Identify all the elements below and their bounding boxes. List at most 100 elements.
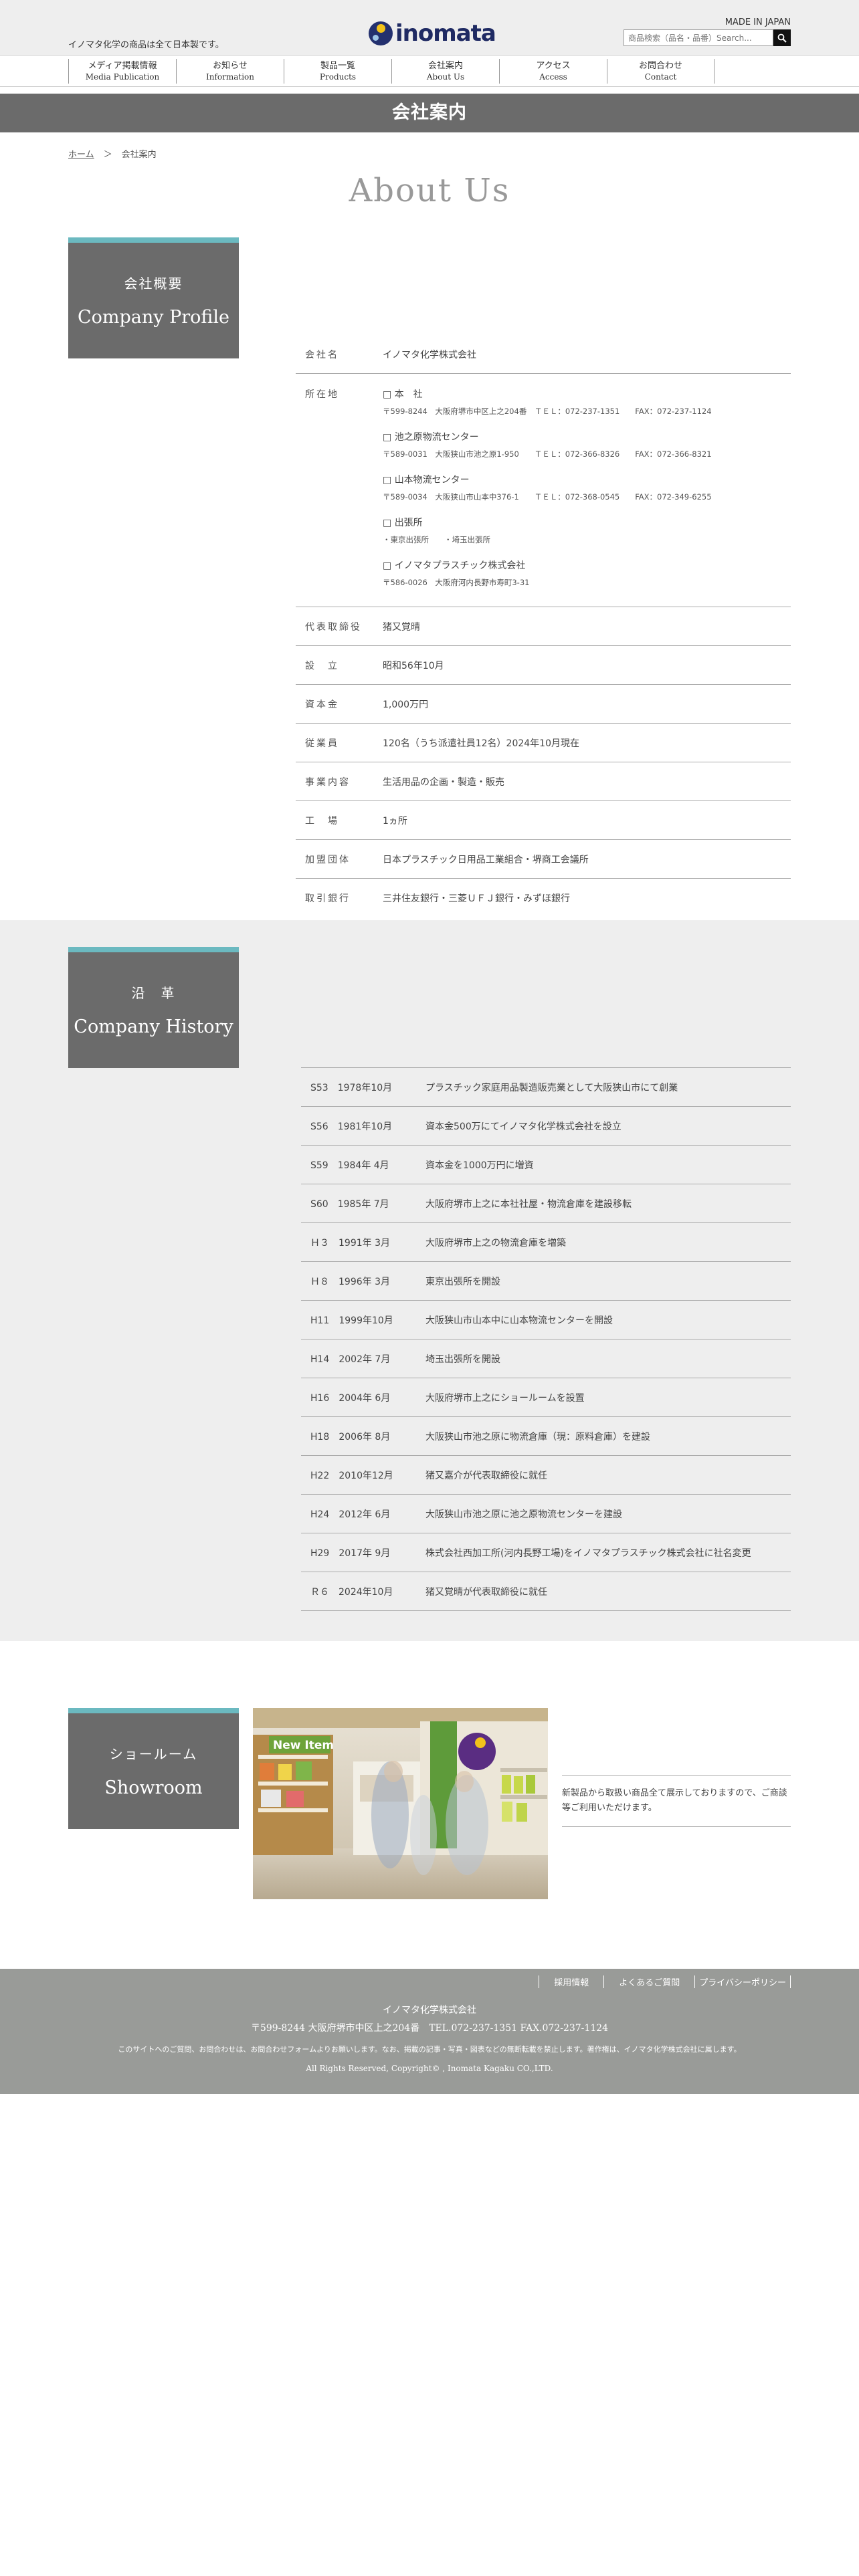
address-name: 出張所 <box>394 518 423 528</box>
address-detail: 〒589-0031 大阪狭山市池之原1-950 ＴＥＬ：072-366-8326… <box>383 449 712 459</box>
history-date: S56 1981年10月 <box>310 1121 393 1132</box>
showroom-description: 新製品から取扱い商品全て展示しておりますので、ご商談等ご利用いただけます。 <box>562 1775 791 1827</box>
breadcrumb-current: 会社案内 <box>121 150 157 160</box>
history-event: 大阪府堺市上之の物流倉庫を増築 <box>425 1237 566 1249</box>
history-row: H14 2002年 7月 埼玉出張所を開設 <box>301 1339 791 1378</box>
address-detail: 〒589-0034 大阪狭山市山本中376-1 ＴＥＬ：072-368-0545… <box>383 492 712 502</box>
page-title: About Us <box>349 172 510 209</box>
nav-item-label-en: Access <box>539 72 567 82</box>
search-icon <box>777 33 787 43</box>
profile-row-label: 従業員 <box>305 738 339 749</box>
history-row: Ｈ８ 1996年 3月 東京出張所を開設 <box>301 1262 791 1301</box>
profile-row: 代表取締役 猪又覚晴 <box>296 607 791 646</box>
profile-row-company: 会社名 イノマタ化学株式会社 <box>296 335 791 374</box>
history-date: H24 2012年 6月 <box>310 1509 391 1520</box>
address-block: □ イノマタプラスチック株式会社 〒586-0026 大阪府河内長野市寿町3-3… <box>383 558 791 588</box>
footer-company-name: イノマタ化学株式会社 <box>383 2005 476 2016</box>
nav-item-label-jp: お問合わせ <box>638 61 682 71</box>
history-date: Ｈ８ 1996年 3月 <box>310 1276 390 1287</box>
profile-row-value: 生活用品の企画・製造・販売 <box>383 776 504 788</box>
nav-item-about[interactable]: 会社案内 About Us <box>391 59 499 84</box>
made-in-japan-label: MADE IN JAPAN <box>725 17 791 27</box>
history-event: 資本金500万にてイノマタ化学株式会社を設立 <box>425 1121 622 1132</box>
profile-row: 資本金 1,000万円 <box>296 685 791 724</box>
profile-row-value: 日本プラスチック日用品工業組合・堺商工会議所 <box>383 854 589 865</box>
breadcrumb-home-link[interactable]: ホーム <box>68 150 94 160</box>
nav-item-label-en: About Us <box>426 72 465 82</box>
logo-text: inomata <box>395 20 496 47</box>
history-date: S53 1978年10月 <box>310 1082 393 1093</box>
history-event: 大阪府堺市上之に本社社屋・物流倉庫を建設移転 <box>425 1198 632 1210</box>
company-history-section: 沿 革 Company History S53 1978年10月 プラスチック家庭… <box>0 920 859 1641</box>
footer-link-faq[interactable]: よくあるご質問 <box>603 1975 694 1988</box>
nav-item-label-en: Media Publication <box>85 72 160 82</box>
header-tagline: イノマタ化学の商品は全て日本製です。 <box>68 40 224 50</box>
search-form <box>624 29 791 46</box>
nav-item-media[interactable]: メディア掲載情報 Media Publication <box>68 59 176 84</box>
nav-item-products[interactable]: 製品一覧 Products <box>284 59 391 84</box>
history-date: H29 2017年 9月 <box>310 1547 391 1559</box>
nav-item-label-jp: 会社案内 <box>427 61 463 71</box>
profile-row-address: 所在地 □ 本 社 〒599-8244 大阪府堺市中区上之204番 ＴＥＬ：07… <box>296 374 791 607</box>
logo-mark-icon <box>369 21 393 45</box>
profile-row-label: 事業内容 <box>305 776 351 788</box>
address-name: イノマタプラスチック株式会社 <box>394 560 526 571</box>
nav-item-access[interactable]: アクセス Access <box>499 59 607 84</box>
nav-item-label-jp: お知らせ <box>213 61 248 71</box>
breadcrumb: ホーム ＞ 会社案内 <box>68 147 859 160</box>
nav-item-label-en: Products <box>319 72 357 82</box>
page-banner: 会社案内 <box>0 94 859 132</box>
address-block: □ 山本物流センター 〒589-0034 大阪狭山市山本中376-1 ＴＥＬ：0… <box>383 473 791 502</box>
profile-row-value: 120名（うち派遣社員12名）2024年10月現在 <box>383 738 579 749</box>
history-date: H22 2010年12月 <box>310 1470 393 1481</box>
footer-link-privacy[interactable]: プライバシーポリシー <box>694 1975 791 1988</box>
profile-row: 従業員 120名（うち派遣社員12名）2024年10月現在 <box>296 724 791 762</box>
profile-row-value: 1,000万円 <box>383 699 429 710</box>
history-date: H14 2002年 7月 <box>310 1354 391 1365</box>
nav-item-contact[interactable]: お問合わせ Contact <box>607 59 714 84</box>
nav-item-label-jp: 製品一覧 <box>320 61 355 71</box>
nav-item-information[interactable]: お知らせ Information <box>176 59 284 84</box>
history-heading-jp: 沿 革 <box>131 985 176 1001</box>
footer-link-recruit[interactable]: 採用情報 <box>539 1975 603 1988</box>
history-event: 埼玉出張所を開設 <box>425 1354 500 1365</box>
address-block: □ 池之原物流センター 〒589-0031 大阪狭山市池之原1-950 ＴＥＬ：… <box>383 430 791 459</box>
profile-row-value: 三井住友銀行・三菱ＵＦＪ銀行・みずほ銀行 <box>383 893 570 904</box>
history-row: H24 2012年 6月 大阪狭山市池之原に池之原物流センターを建設 <box>301 1495 791 1533</box>
nav-item-label-en: Contact <box>644 72 677 82</box>
history-event: 株式会社西加工所(河内長野工場)をイノマタプラスチック株式会社に社名変更 <box>425 1547 751 1559</box>
history-date: S60 1985年 7月 <box>310 1198 389 1210</box>
profile-heading-en: Company Profile <box>77 307 230 328</box>
profile-heading-jp: 会社概要 <box>124 276 183 292</box>
nav-item-label-en: Information <box>205 72 255 82</box>
nav-item-label-jp: メディア掲載情報 <box>88 61 157 71</box>
showroom-sign-text: New Item <box>273 1739 334 1752</box>
search-button[interactable] <box>773 29 791 46</box>
profile-row-value: 猪又覚晴 <box>383 621 420 633</box>
history-event: 大阪狭山市池之原に池之原物流センターを建設 <box>425 1509 622 1520</box>
showroom-heading-box: ショールーム Showroom <box>68 1708 239 1829</box>
breadcrumb-separator: ＞ <box>103 150 112 160</box>
footer-links: 採用情報 よくあるご質問 プライバシーポリシー <box>539 1975 791 1988</box>
profile-row-label: 工 場 <box>305 815 339 827</box>
profile-row-value: 1ヵ所 <box>383 815 407 827</box>
site-logo[interactable]: inomata <box>369 20 496 47</box>
history-row: S60 1985年 7月 大阪府堺市上之に本社社屋・物流倉庫を建設移転 <box>301 1184 791 1223</box>
profile-row-label: 代表取締役 <box>305 621 362 633</box>
address-name: 池之原物流センター <box>394 432 479 443</box>
history-event: 資本金を1000万円に増資 <box>425 1160 534 1171</box>
history-date: Ｈ３ 1991年 3月 <box>310 1237 390 1249</box>
history-table: S53 1978年10月 プラスチック家庭用品製造販売業として大阪狭山市にて創業 … <box>301 1067 791 1611</box>
history-event: 猪又嘉介が代表取締役に就任 <box>425 1470 547 1481</box>
company-profile-section: 会社概要 Company Profile 会社名 イノマタ化学株式会社 所在地 … <box>0 209 859 920</box>
search-input[interactable] <box>624 29 773 46</box>
profile-row-label: 設 立 <box>305 660 339 671</box>
showroom-heading-en: Showroom <box>104 1778 203 1798</box>
address-detail: ・東京出張所 ・埼玉出張所 <box>383 535 490 544</box>
address-block: □ 本 社 〒599-8244 大阪府堺市中区上之204番 ＴＥＬ：072-23… <box>383 387 791 417</box>
profile-row-label: 取引銀行 <box>305 893 351 904</box>
address-detail: 〒586-0026 大阪府河内長野市寿町3-31 <box>383 578 530 587</box>
showroom-heading-jp: ショールーム <box>109 1746 198 1762</box>
site-footer: 採用情報 よくあるご質問 プライバシーポリシー イノマタ化学株式会社 〒599-… <box>0 1969 859 2094</box>
footer-note: このサイトへのご質問、お問合わせは、お問合わせフォームよりお願いします。なお、掲… <box>118 2045 741 2054</box>
